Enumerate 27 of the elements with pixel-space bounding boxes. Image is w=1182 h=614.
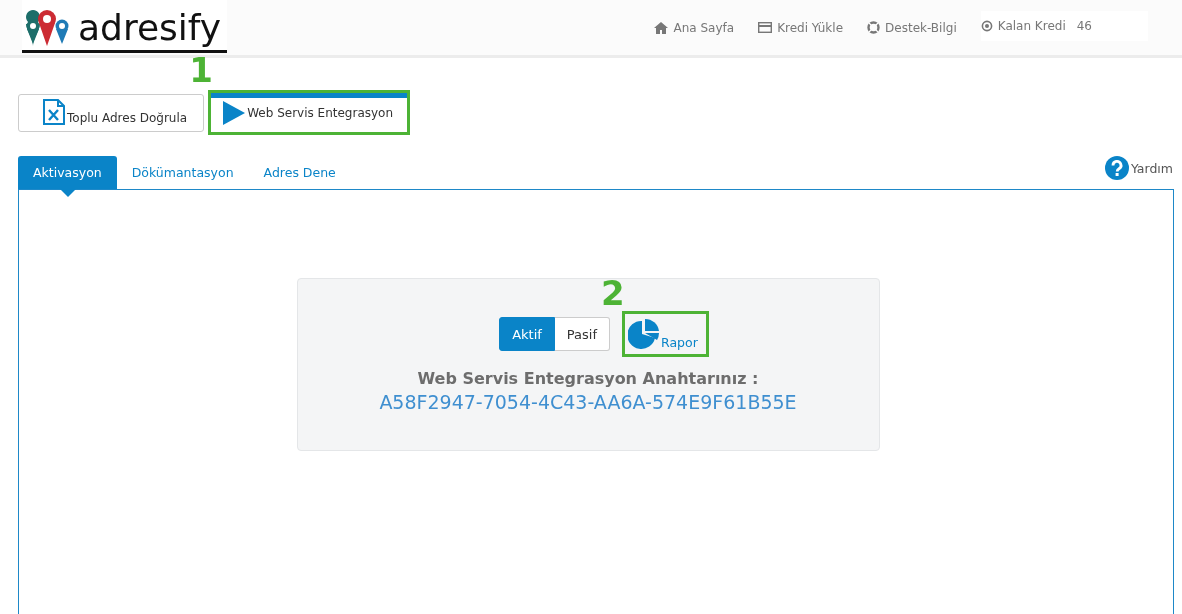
help-icon <box>1104 156 1129 180</box>
mode-button[interactable]: Toplu Adres Doğrula <box>18 94 205 132</box>
annotation-number: 1 <box>189 51 213 89</box>
play-icon <box>223 101 246 125</box>
tab-pointer-icon <box>60 189 76 197</box>
excel-file-icon <box>43 99 65 125</box>
nav-link[interactable]: Kalan Kredi <box>997 18 1066 33</box>
target-icon <box>980 19 993 32</box>
lifebuoy-icon <box>867 21 881 34</box>
help-link[interactable]: Yardım <box>1104 156 1173 180</box>
logo[interactable]: adresify <box>22 0 228 53</box>
nav-link[interactable]: Ana Sayfa <box>654 20 735 35</box>
key-label: Web Servis Entegrasyon Anahtarınız : <box>417 369 759 388</box>
logo-text: adresify <box>78 6 222 50</box>
credit-count: 46 <box>1076 18 1092 33</box>
nav-link[interactable]: Destek-Bilgi <box>867 20 957 35</box>
tab[interactable]: Adres Dene <box>248 156 351 189</box>
key-value: A58F2947-7054-4C43-AA6A-574E9F61B55E <box>379 391 797 413</box>
nav-link[interactable]: Kredi Yükle <box>758 20 844 35</box>
annotation-number: 2 <box>601 274 625 312</box>
tab[interactable]: Dökümantasyon <box>116 156 249 189</box>
pie-chart-icon <box>628 318 661 350</box>
credit-card-icon <box>758 22 773 33</box>
status-toggle-button[interactable]: Aktif <box>499 317 555 351</box>
home-icon <box>654 21 669 34</box>
report-link[interactable]: Rapor <box>625 314 706 354</box>
status-toggle-button[interactable]: Pasif <box>554 317 611 351</box>
